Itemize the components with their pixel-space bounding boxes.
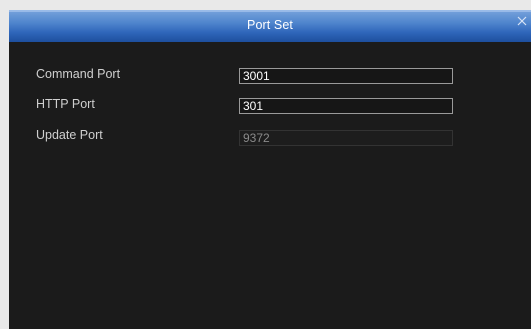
update-port-input <box>239 130 453 146</box>
update-port-label: Update Port <box>36 128 103 142</box>
command-port-input[interactable] <box>239 68 453 84</box>
http-port-input[interactable] <box>239 98 453 114</box>
titlebar-highlight <box>9 10 531 12</box>
close-button[interactable] <box>515 14 529 28</box>
port-set-dialog: Port Set Command Port HTTP Port Update P… <box>9 10 531 329</box>
http-port-label: HTTP Port <box>36 97 95 111</box>
dialog-titlebar: Port Set <box>9 10 531 42</box>
close-icon <box>517 16 527 26</box>
command-port-label: Command Port <box>36 67 121 81</box>
dialog-title: Port Set <box>247 18 293 32</box>
